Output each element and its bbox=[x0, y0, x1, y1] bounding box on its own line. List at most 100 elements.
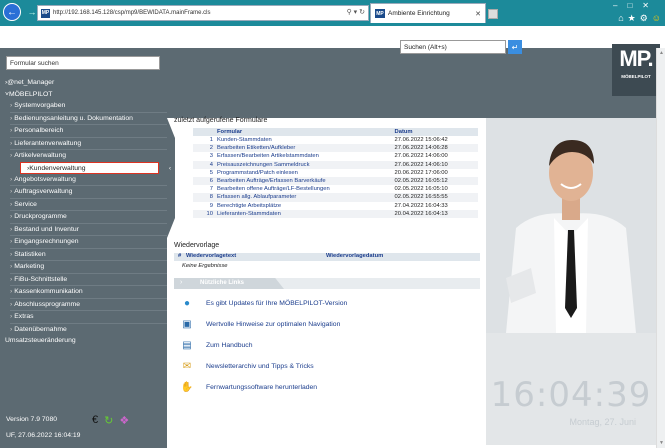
remote-hand-icon: ✋ bbox=[180, 381, 194, 393]
tree-node-umsatzsteuer[interactable]: Umsatzsteueränderung bbox=[0, 335, 167, 347]
tree-node-artikelverwaltung[interactable]: › Artikelverwaltung bbox=[0, 150, 167, 162]
globe-icon: ● bbox=[183, 297, 191, 309]
row-number: 3 bbox=[209, 153, 213, 160]
tree-node-angebotsverwaltung[interactable]: › Angebotsverwaltung bbox=[0, 174, 167, 186]
row-date: 27.06.2022 15:06:42 bbox=[394, 137, 448, 144]
col-formular: Formular bbox=[215, 128, 393, 136]
address-bar[interactable]: MP http://192.168.145.128/csp/mp9/BEWIDA… bbox=[37, 5, 369, 21]
tree-node-lieferantenverwaltung[interactable]: › Lieferantenverwaltung bbox=[0, 138, 167, 150]
table-row[interactable]: 4 Preisauszeichnungen Sammeldruck 27.06.20… bbox=[193, 160, 478, 169]
header-band bbox=[167, 48, 665, 118]
link-navigation-hints[interactable]: ▣ Wertvolle Hinweise zur optimalen Navig… bbox=[180, 317, 340, 331]
tree-node-abschlussprogramme[interactable]: › Abschlussprogramme bbox=[0, 299, 167, 311]
row-number: 5 bbox=[209, 169, 213, 176]
tree-node-fibu[interactable]: › FiBu-Schnittstelle bbox=[0, 274, 167, 286]
clock-panel: 16:04:39 Montag, 27. Juni bbox=[486, 333, 656, 445]
table-row[interactable]: 7 Bearbeiten offene Aufträge/LF-Bestellun… bbox=[193, 185, 478, 193]
row-form-link[interactable]: Lieferanten-Stammdaten bbox=[215, 209, 393, 218]
tree-node-service[interactable]: › Service bbox=[0, 199, 167, 211]
row-number: 8 bbox=[193, 193, 215, 202]
star-icon[interactable]: ★ bbox=[628, 13, 636, 23]
tab-title: Ambiente Einrichtung bbox=[388, 10, 450, 17]
user-timestamp: UF, 27.06.2022 16:04:19 bbox=[6, 432, 81, 439]
euro-icon[interactable]: € bbox=[92, 414, 98, 427]
tree-node-net-manager[interactable]: ›@net_Manager bbox=[0, 77, 167, 89]
home-icon[interactable]: ⌂ bbox=[618, 13, 623, 23]
row-form-link[interactable]: Kunden-Stammdaten bbox=[215, 136, 393, 144]
wiedervorlage-title: Wiedervorlage bbox=[174, 242, 220, 249]
tree-node-datenuebernahme[interactable]: › Datenübernahme bbox=[0, 324, 167, 336]
search-go-icon[interactable]: ↵ bbox=[508, 40, 522, 54]
back-arrow-icon[interactable]: ← bbox=[3, 3, 21, 21]
row-date: 02.05.2022 16:05:12 bbox=[392, 176, 478, 186]
row-form-link[interactable]: Erfassen/Bearbeiten Artikelstammdaten bbox=[215, 152, 393, 160]
pin-icon[interactable]: ❖ bbox=[119, 414, 129, 427]
refresh-icon[interactable]: ↻ bbox=[104, 414, 113, 427]
search-refresh-icon[interactable]: ⚲ ▾ ↻ bbox=[347, 8, 365, 16]
link-fernwartung[interactable]: ✋ Fernwartungssoftware herunterladen bbox=[180, 380, 317, 394]
scroll-down-icon[interactable]: ▼ bbox=[659, 440, 664, 446]
table-row[interactable]: 9 Berechtigte Arbeitsplätze 27.04.2022 16:… bbox=[193, 202, 478, 210]
table-row[interactable]: 5 Programmstand/Patch einlesen 20.06.2022 … bbox=[193, 169, 478, 177]
row-form-link[interactable]: Preisauszeichnungen Sammeldruck bbox=[215, 160, 393, 169]
table-row[interactable]: 8 Erfassen allg. Ablaufparameter 02.05.202… bbox=[193, 193, 478, 202]
row-form-link[interactable]: Berechtigte Arbeitsplätze bbox=[215, 202, 393, 210]
new-tab-button[interactable] bbox=[488, 9, 498, 19]
close-tab-icon[interactable]: ✕ bbox=[475, 10, 481, 18]
link-handbuch[interactable]: ▤ Zum Handbuch bbox=[180, 338, 252, 352]
tree-node-kundenverwaltung[interactable]: ›Kundenverwaltung bbox=[20, 161, 159, 174]
window-controls[interactable]: –□✕ bbox=[613, 1, 659, 10]
browser-toolbar: ← → MP http://192.168.145.128/csp/mp9/BE… bbox=[0, 0, 665, 26]
col-datum: Datum bbox=[392, 128, 478, 136]
link-updates[interactable]: ● Es gibt Updates für Ihre MÖBELPILOT-Ve… bbox=[180, 296, 347, 310]
table-row[interactable]: 10 Lieferanten-Stammdaten 20.04.2022 16:04… bbox=[193, 209, 478, 218]
nav-tree: ›@net_Manager ˅MÖBELPILOT › Systemvorgabe… bbox=[0, 77, 167, 347]
tree-node-extras[interactable]: › Extras bbox=[0, 311, 167, 323]
clock-date: Montag, 27. Juni bbox=[569, 417, 636, 427]
row-number: 9 bbox=[209, 202, 213, 209]
global-search-input[interactable]: Suchen (Alt+s) bbox=[400, 40, 506, 54]
table-row[interactable]: 6 Bearbeiten Aufträge/Erfassen Barverkäuf… bbox=[193, 176, 478, 186]
row-form-link[interactable]: Bearbeiten Aufträge/Erfassen Barverkäufe bbox=[215, 176, 393, 186]
form-search-input[interactable]: Formular suchen bbox=[6, 56, 160, 70]
recent-forms-table: Formular Datum 1 Kunden-Stammdaten 27.06.2… bbox=[193, 128, 478, 218]
tree-node-moebelpilot[interactable]: ˅MÖBELPILOT bbox=[0, 89, 167, 101]
row-date: 27.06.2022 14:06:00 bbox=[394, 153, 448, 160]
tree-node-druckprogramme[interactable]: › Druckprogramme bbox=[0, 211, 167, 223]
row-form-link[interactable]: Bearbeiten offene Aufträge/LF-Bestellung… bbox=[215, 185, 393, 193]
tree-node-bestand-inventur[interactable]: › Bestand und Inventur bbox=[0, 224, 167, 236]
window-icon: ▣ bbox=[182, 318, 192, 330]
row-number: 1 bbox=[209, 137, 213, 144]
site-favicon-icon: MP bbox=[41, 8, 50, 18]
tree-node-auftragsverwaltung[interactable]: › Auftragsverwaltung bbox=[0, 186, 167, 198]
tree-node-eingangsrechnungen[interactable]: › Eingangsrechnungen bbox=[0, 236, 167, 248]
row-number: 4 bbox=[193, 160, 215, 169]
tree-node-personalbereich[interactable]: › Personalbereich bbox=[0, 125, 167, 137]
collapse-sidebar-arrow-icon[interactable]: ‹ bbox=[167, 118, 175, 238]
book-icon: ▤ bbox=[182, 339, 192, 351]
tree-node-kassenkommunikation[interactable]: › Kassenkommunikation bbox=[0, 286, 167, 298]
browser-tab[interactable]: MP Ambiente Einrichtung ✕ bbox=[370, 3, 486, 23]
row-form-link[interactable]: Programmstand/Patch einlesen bbox=[215, 169, 393, 177]
tree-node-statistiken[interactable]: › Statistiken bbox=[0, 249, 167, 261]
table-row[interactable]: 2 Bearbeiten Etiketten/Aufkleber 27.06.202… bbox=[193, 144, 478, 153]
smiley-icon[interactable]: ☺ bbox=[652, 13, 661, 23]
page-scrollbar[interactable]: ▲ ▼ bbox=[656, 48, 665, 448]
businessman-photo bbox=[486, 118, 656, 333]
scroll-up-icon[interactable]: ▲ bbox=[659, 50, 664, 56]
recent-forms-title: zuletzt aufgerufene Formulare bbox=[174, 117, 268, 124]
tree-node-systemvorgaben[interactable]: › Systemvorgaben bbox=[0, 100, 167, 112]
row-date: 02.05.2022 16:55:55 bbox=[392, 193, 478, 202]
link-newsletter[interactable]: ✉ Newsletterarchiv und Tipps & Tricks bbox=[180, 359, 314, 373]
app-frame: Formular suchen ›@net_Manager ˅MÖBELPILO… bbox=[0, 26, 665, 448]
gear-icon[interactable]: ⚙ bbox=[640, 13, 648, 23]
clock-time: 16:04:39 bbox=[490, 375, 652, 415]
version-label: Version 7.9 7080 bbox=[6, 416, 58, 423]
table-row[interactable]: 1 Kunden-Stammdaten 27.06.2022 15:06:42 bbox=[193, 136, 478, 144]
table-row[interactable]: 3 Erfassen/Bearbeiten Artikelstammdaten 27… bbox=[193, 152, 478, 160]
tree-node-marketing[interactable]: › Marketing bbox=[0, 261, 167, 273]
row-form-link[interactable]: Erfassen allg. Ablaufparameter bbox=[215, 193, 393, 202]
useful-links-bar[interactable]: › Nützliche Links bbox=[174, 278, 480, 289]
row-form-link[interactable]: Bearbeiten Etiketten/Aufkleber bbox=[215, 144, 393, 153]
tree-node-bedienungsanleitung[interactable]: › Bedienungsanleitung u. Dokumentation bbox=[0, 113, 167, 125]
